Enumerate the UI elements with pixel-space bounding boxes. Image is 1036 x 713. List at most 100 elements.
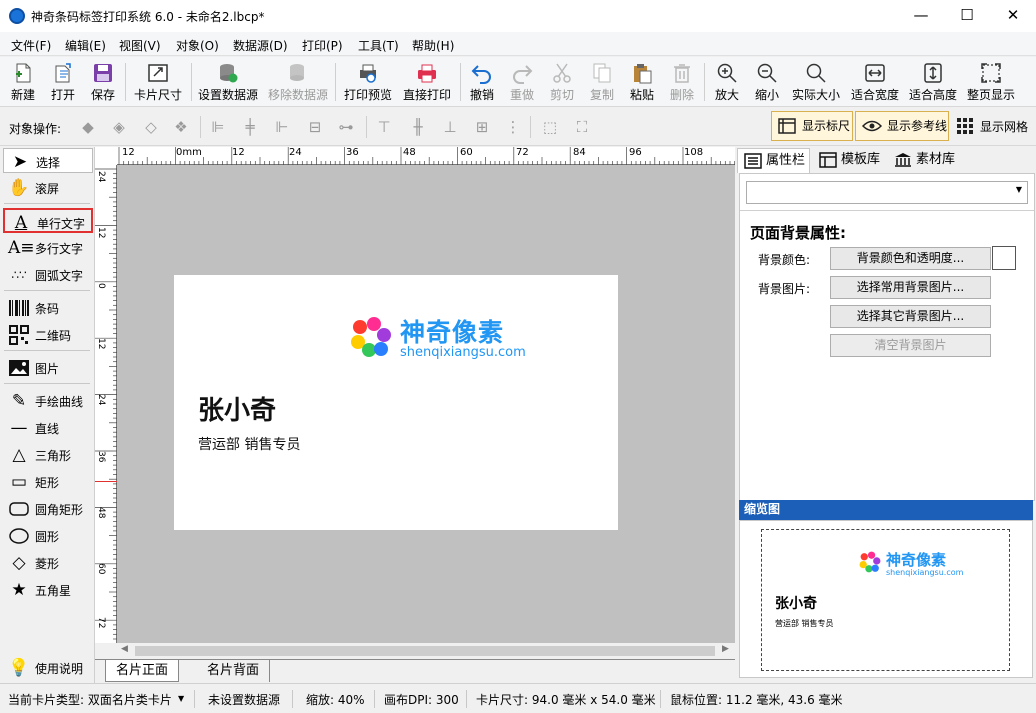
align-top-icon[interactable]: ⊤: [374, 118, 394, 136]
tab-templates[interactable]: 模板库: [813, 148, 887, 173]
bring-to-front-icon[interactable]: ◆: [78, 118, 98, 136]
bg-image-clear-button[interactable]: 清空背景图片: [830, 334, 991, 357]
tool-arc-text[interactable]: ∴∵ 圆弧文字: [3, 262, 93, 287]
tool-single-line-text[interactable]: A 单行文字: [3, 208, 93, 233]
brand-url[interactable]: shenqixiangsu.com: [400, 345, 526, 360]
ungroup-icon[interactable]: ⛶: [572, 118, 592, 136]
group-icon[interactable]: ⬚: [540, 118, 560, 136]
print-preview-button[interactable]: 打印预览: [341, 59, 395, 105]
line-icon: —: [10, 418, 28, 438]
fit-width-button[interactable]: 适合宽度: [848, 59, 902, 105]
actual-size-button[interactable]: 实际大小: [790, 59, 842, 105]
align-center-icon[interactable]: ╪: [240, 118, 260, 136]
align-left-icon[interactable]: ⊫: [208, 118, 228, 136]
card-type-dropdown-icon[interactable]: ▼: [178, 694, 184, 703]
tab-card-back[interactable]: 名片背面: [197, 660, 271, 682]
menu-object[interactable]: 对象(O): [176, 37, 219, 54]
fit-height-button[interactable]: 适合高度: [906, 59, 960, 105]
minimize-button[interactable]: —: [898, 0, 944, 32]
align-right-icon[interactable]: ⊩: [272, 118, 292, 136]
design-canvas[interactable]: 神奇像素 shenqixiangsu.com 张小奇 营运部 销售专员: [117, 165, 735, 643]
bring-forward-icon[interactable]: ◇: [141, 118, 161, 136]
delete-button[interactable]: 删除: [665, 59, 699, 105]
menu-datasource[interactable]: 数据源(D): [233, 37, 288, 54]
card-size-icon: [148, 64, 168, 82]
brand-logo[interactable]: [348, 315, 394, 359]
tool-freehand[interactable]: ✎ 手绘曲线: [3, 388, 93, 413]
tool-barcode[interactable]: 条码: [3, 295, 93, 320]
horizontal-scrollbar[interactable]: ◀ ▶: [117, 643, 735, 659]
show-ruler-toggle[interactable]: 显示标尺: [771, 111, 853, 141]
person-title[interactable]: 营运部 销售专员: [198, 434, 300, 454]
fit-page-button[interactable]: 整页显示: [964, 59, 1018, 105]
direct-print-button[interactable]: 直接打印: [400, 59, 454, 105]
close-button[interactable]: ✕: [990, 0, 1036, 32]
tab-card-front[interactable]: 名片正面: [105, 660, 180, 682]
menu-file[interactable]: 文件(F): [11, 37, 51, 54]
bg-color-button[interactable]: 背景颜色和透明度...: [830, 247, 991, 270]
business-card[interactable]: 神奇像素 shenqixiangsu.com 张小奇 营运部 销售专员: [174, 275, 618, 530]
tool-line[interactable]: — 直线: [3, 415, 93, 440]
status-dpi: 画布DPI: 300: [384, 693, 459, 707]
menu-edit[interactable]: 编辑(E): [65, 37, 106, 54]
tab-materials[interactable]: 素材库: [888, 148, 960, 173]
show-grid-toggle[interactable]: 显示网格: [951, 111, 1033, 141]
save-button[interactable]: 保存: [86, 59, 120, 105]
scroll-right-icon[interactable]: ▶: [722, 644, 729, 654]
tool-star[interactable]: ★ 五角星: [3, 577, 93, 602]
status-separator: [194, 690, 195, 708]
paste-button[interactable]: 粘贴: [625, 59, 659, 105]
tab-properties[interactable]: 属性栏: [737, 148, 810, 173]
open-button[interactable]: 打开: [46, 59, 80, 105]
new-button[interactable]: 新建: [6, 59, 40, 105]
send-to-back-icon[interactable]: ◈: [109, 118, 129, 136]
space-evenly-icon[interactable]: ⊶: [336, 118, 356, 136]
scroll-left-icon[interactable]: ◀: [121, 644, 128, 654]
window-title: 神奇条码标签打印系统 6.0 - 未命名2.lbcp*: [31, 10, 265, 24]
ruler-h-label: 0mm: [176, 147, 202, 158]
status-separator: [466, 690, 467, 708]
align-bottom-icon[interactable]: ⊥: [440, 118, 460, 136]
menu-print[interactable]: 打印(P): [302, 37, 343, 54]
bg-image-common-button[interactable]: 选择常用背景图片...: [830, 276, 991, 299]
tool-triangle[interactable]: △ 三角形: [3, 442, 93, 467]
brand-name[interactable]: 神奇像素: [400, 313, 504, 349]
set-datasource-button[interactable]: 设置数据源: [196, 59, 260, 105]
menu-help[interactable]: 帮助(H): [412, 37, 454, 54]
preview-brand-name: 神奇像素: [886, 551, 947, 569]
tool-image[interactable]: 图片: [3, 355, 93, 380]
zoom-out-button[interactable]: 缩小: [750, 59, 784, 105]
tool-multi-line-text[interactable]: A≡ 多行文字: [3, 235, 93, 260]
show-guides-toggle[interactable]: 显示参考线: [855, 111, 949, 141]
send-backward-icon[interactable]: ❖: [171, 118, 191, 136]
tool-rounded-rectangle[interactable]: 圆角矩形: [3, 496, 93, 521]
redo-button[interactable]: 重做: [505, 59, 539, 105]
help-button[interactable]: 💡 使用说明: [3, 655, 93, 680]
object-dropdown[interactable]: ▼: [746, 181, 1028, 204]
vertical-spacing-icon[interactable]: ⋮: [503, 118, 523, 136]
tool-circle[interactable]: 圆形: [3, 523, 93, 548]
tool-qrcode[interactable]: 二维码: [3, 322, 93, 347]
diamond-icon: ◇: [12, 553, 26, 573]
scrollbar-thumb[interactable]: [135, 646, 715, 656]
undo-button[interactable]: 撤销: [465, 59, 499, 105]
copy-button[interactable]: 复制: [585, 59, 619, 105]
card-size-button[interactable]: 卡片尺寸: [130, 59, 186, 105]
tool-select[interactable]: ➤ 选择: [3, 148, 93, 173]
maximize-button[interactable]: ☐: [944, 0, 990, 32]
menu-view[interactable]: 视图(V): [119, 37, 161, 54]
tool-rectangle[interactable]: ▭ 矩形: [3, 469, 93, 494]
person-name[interactable]: 张小奇: [198, 390, 276, 427]
distribute-horizontal-icon[interactable]: ⊟: [305, 118, 325, 136]
bg-color-swatch[interactable]: [992, 246, 1016, 270]
tool-scroll[interactable]: ✋ 滚屏: [3, 175, 93, 200]
preview-thumbnail[interactable]: 神奇像素 shenqixiangsu.com 张小奇 营运部 销售专员: [761, 529, 1010, 671]
bg-image-other-button[interactable]: 选择其它背景图片...: [830, 305, 991, 328]
distribute-vertical-icon[interactable]: ⊞: [472, 118, 492, 136]
align-middle-icon[interactable]: ╫: [408, 118, 428, 136]
cut-button[interactable]: 剪切: [545, 59, 579, 105]
menu-tools[interactable]: 工具(T): [358, 37, 399, 54]
remove-datasource-button[interactable]: 移除数据源: [266, 59, 330, 105]
tool-diamond[interactable]: ◇ 菱形: [3, 550, 93, 575]
zoom-in-button[interactable]: 放大: [710, 59, 744, 105]
